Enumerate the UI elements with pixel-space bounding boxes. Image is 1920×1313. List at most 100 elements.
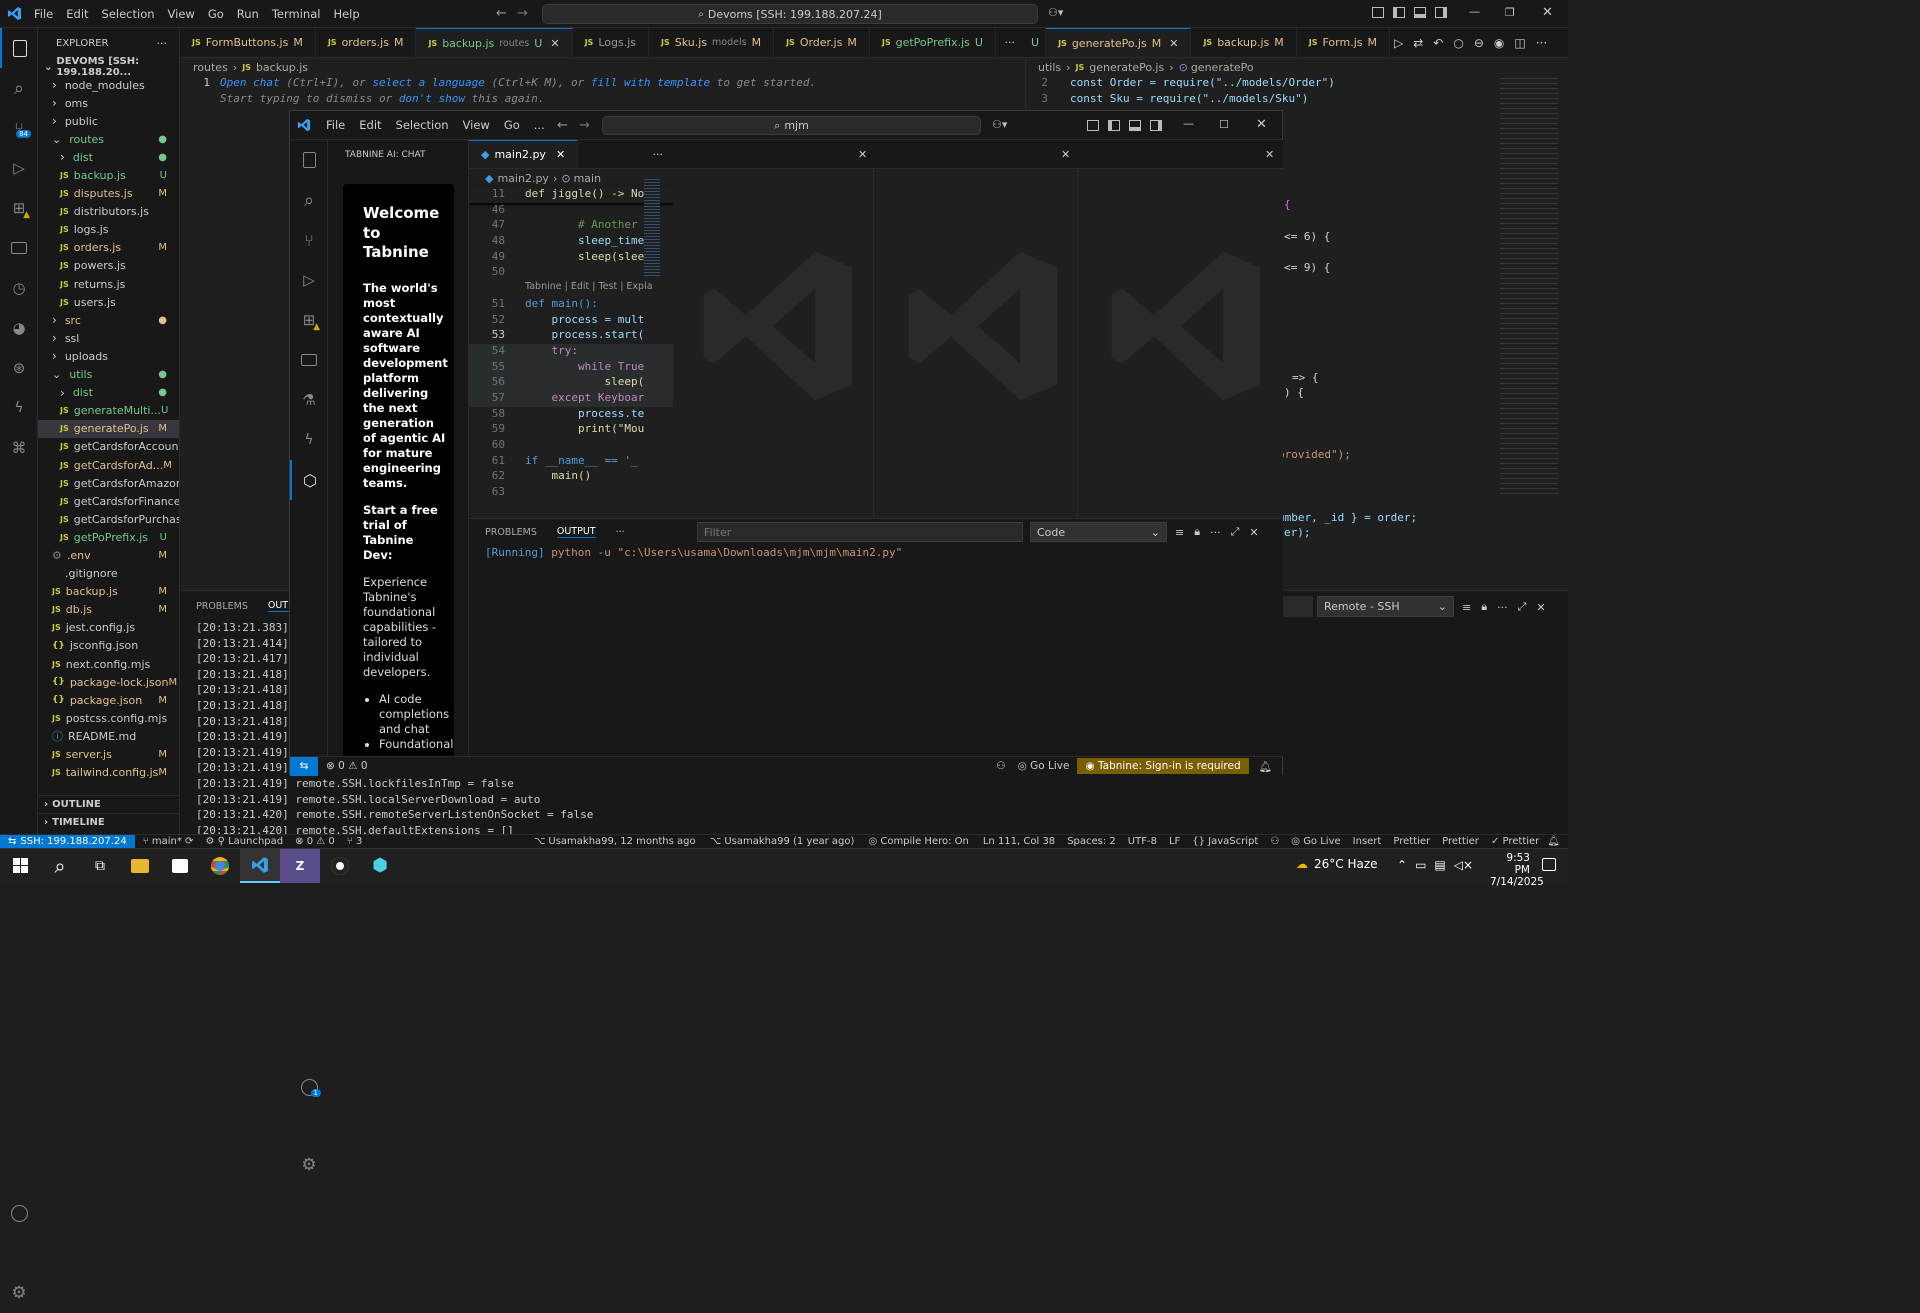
breadcrumb-symbol[interactable]: main (574, 172, 601, 185)
app-icon[interactable] (320, 849, 360, 883)
editor-tab[interactable]: JS Sku.js models M (649, 28, 775, 57)
tree-folder[interactable]: › node_modules (38, 76, 179, 94)
close-window-icon[interactable]: ✕ (1256, 117, 1267, 132)
close-tab-icon[interactable]: ✕ (550, 37, 559, 50)
tree-file[interactable]: {} package.json M (38, 691, 179, 709)
open-chat-link[interactable]: Open chat (220, 76, 280, 89)
thunder-client-activity[interactable]: ϟ (0, 388, 38, 428)
tree-file[interactable]: JS disputes.js M (38, 185, 179, 203)
tree-file[interactable]: JS orders.js M (38, 239, 179, 257)
indentation[interactable]: Spaces: 2 (1067, 836, 1116, 847)
tree-file[interactable]: JS returns.js (38, 275, 179, 293)
more-actions-icon[interactable]: ··· (1497, 601, 1508, 614)
toggle-primary-sidebar-icon[interactable] (1393, 7, 1405, 18)
menu-run[interactable]: Run (237, 7, 259, 21)
word-wrap-icon[interactable]: ≡ (1175, 526, 1184, 539)
run-debug-activity[interactable]: ▷ (0, 148, 38, 188)
tab-output[interactable]: OUTPUT (556, 526, 596, 538)
more-actions-icon[interactable]: ··· (1210, 526, 1221, 539)
start-button[interactable] (0, 849, 40, 883)
tree-file[interactable]: JS getCardsforFinance.js (38, 492, 179, 510)
tree-folder[interactable]: › ssl (38, 329, 179, 347)
customize-layout-icon[interactable] (1087, 120, 1099, 131)
close-panel-icon[interactable]: ✕ (1536, 601, 1545, 614)
python-editor[interactable]: ◆ main2.py › ⊙ main 11 def jiggle() -> No 46 4… (469, 169, 673, 518)
lock-icon[interactable]: 🔒︎ (1194, 525, 1200, 539)
copilot-status-icon[interactable]: ⚇ (1270, 836, 1279, 847)
tree-file[interactable]: JS jest.config.js (38, 619, 179, 637)
editor-tab[interactable]: JS backup.js routes U ✕ (416, 28, 573, 57)
tab-main2-py[interactable]: ◆ main2.py ✕ (469, 140, 579, 168)
timeline-activity[interactable]: ◷ (0, 268, 38, 308)
tree-folder[interactable]: ⌄ routes ● (38, 130, 179, 148)
outline-section[interactable]: › OUTLINE (38, 795, 180, 813)
launchpad-status[interactable]: ⚙ ⚲ Launchpad (205, 836, 283, 847)
remote-explorer-activity[interactable] (290, 340, 328, 380)
close-group-icon[interactable]: ✕ (1265, 148, 1274, 161)
command-center-search[interactable]: ⌕ mjm (602, 116, 981, 135)
source-control-activity[interactable]: ⑂ 84 (0, 108, 38, 148)
output-channel-select[interactable]: Code ⌄ (1030, 522, 1167, 542)
customize-layout-icon[interactable] (1372, 7, 1384, 18)
tree-file[interactable]: JS tailwind.config.js M (38, 764, 179, 782)
tree-folder[interactable]: › public (38, 112, 179, 130)
tree-file[interactable]: {} jsconfig.json (38, 637, 179, 655)
testing-activity[interactable]: ⚗ (290, 380, 328, 420)
tree-file[interactable]: JS users.js (38, 293, 179, 311)
minimap[interactable] (1500, 76, 1558, 496)
menu-selection[interactable]: Selection (102, 7, 155, 21)
timeline-section[interactable]: › TIMELINE (38, 813, 180, 831)
remote-indicator[interactable]: ⇆ (290, 756, 318, 776)
breadcrumb-folder[interactable]: utils (1038, 61, 1061, 74)
tree-file[interactable]: JS generatePo.js M (38, 419, 179, 438)
editor-tab[interactable]: JS getPoPrefix.js U (870, 28, 996, 57)
back-arrow-icon[interactable]: ← (557, 118, 568, 133)
tabnine-activity[interactable]: ⬡ (290, 460, 328, 500)
close-tab-icon[interactable]: ✕ (556, 148, 565, 161)
tree-file[interactable]: JS logs.js (38, 221, 179, 239)
tree-folder[interactable]: › uploads (38, 347, 179, 365)
notifications-icon[interactable]: 🔔︎ (1259, 760, 1272, 773)
tab-problems[interactable]: PROBLEMS (196, 601, 248, 612)
forward-arrow-icon[interactable]: → (517, 6, 528, 21)
menu-go[interactable]: Go (208, 7, 224, 21)
tree-file[interactable]: JS server.js M (38, 745, 179, 763)
maximize-panel-icon[interactable]: ⤢ (1231, 525, 1240, 539)
battery-icon[interactable]: ▭ (1415, 858, 1426, 872)
toggle-panel-icon[interactable] (1414, 7, 1426, 18)
weather-widget[interactable]: ☁ 26°C Haze (1296, 857, 1378, 871)
menu-view[interactable]: View (168, 7, 195, 21)
breadcrumb-folder[interactable]: routes (193, 61, 228, 74)
menu-help[interactable]: Help (333, 7, 359, 21)
prettier-status[interactable]: Prettier (1442, 836, 1479, 847)
insert-mode[interactable]: Insert (1353, 836, 1382, 847)
tree-file[interactable]: JS distributors.js (38, 203, 179, 221)
tree-file[interactable]: ⚙ .env M (38, 546, 179, 564)
tree-file[interactable]: JS postcss.config.mjs (38, 709, 179, 727)
tree-file[interactable]: JS getCardsforPurchasi... (38, 510, 179, 528)
network-icon[interactable]: ▤ (1434, 858, 1445, 872)
copilot-icon[interactable]: ◉ (1494, 36, 1504, 50)
blame-status[interactable]: ⌥ Usamakha99, 12 months ago (534, 836, 696, 847)
filter-box-edge[interactable] (1283, 596, 1313, 617)
menu-view[interactable]: View (463, 118, 490, 132)
circle-arrow-icon[interactable]: ⊖ (1474, 36, 1484, 50)
tree-file[interactable]: JS powers.js (38, 257, 179, 275)
problems-status[interactable]: ⊗ 0 ⚠ 0 (326, 760, 368, 772)
toggle-secondary-sidebar-icon[interactable] (1150, 120, 1162, 131)
menu-terminal[interactable]: Terminal (272, 7, 321, 21)
tree-file[interactable]: JS backup.js M (38, 583, 179, 601)
tree-file[interactable]: JS getPoPrefix.js U (38, 528, 179, 546)
output-channel-select[interactable]: Remote - SSH ⌄ (1317, 596, 1454, 617)
prettier-status[interactable]: Prettier (1393, 836, 1430, 847)
manage-activity[interactable]: ⚙ (0, 1273, 38, 1313)
tree-file[interactable]: JS backup.js U (38, 166, 179, 184)
menu-file[interactable]: File (34, 7, 53, 21)
app-icon-2[interactable]: ⬢ (360, 849, 400, 883)
git-graph-activity[interactable]: ⊛ (0, 348, 38, 388)
store-app[interactable] (160, 849, 200, 883)
tree-folder[interactable]: ⌄ utils ● (38, 366, 179, 384)
output-filter-input[interactable] (697, 522, 1023, 542)
compile-hero-status[interactable]: ◎ Compile Hero: On (868, 836, 968, 847)
explorer-activity[interactable] (0, 28, 38, 68)
